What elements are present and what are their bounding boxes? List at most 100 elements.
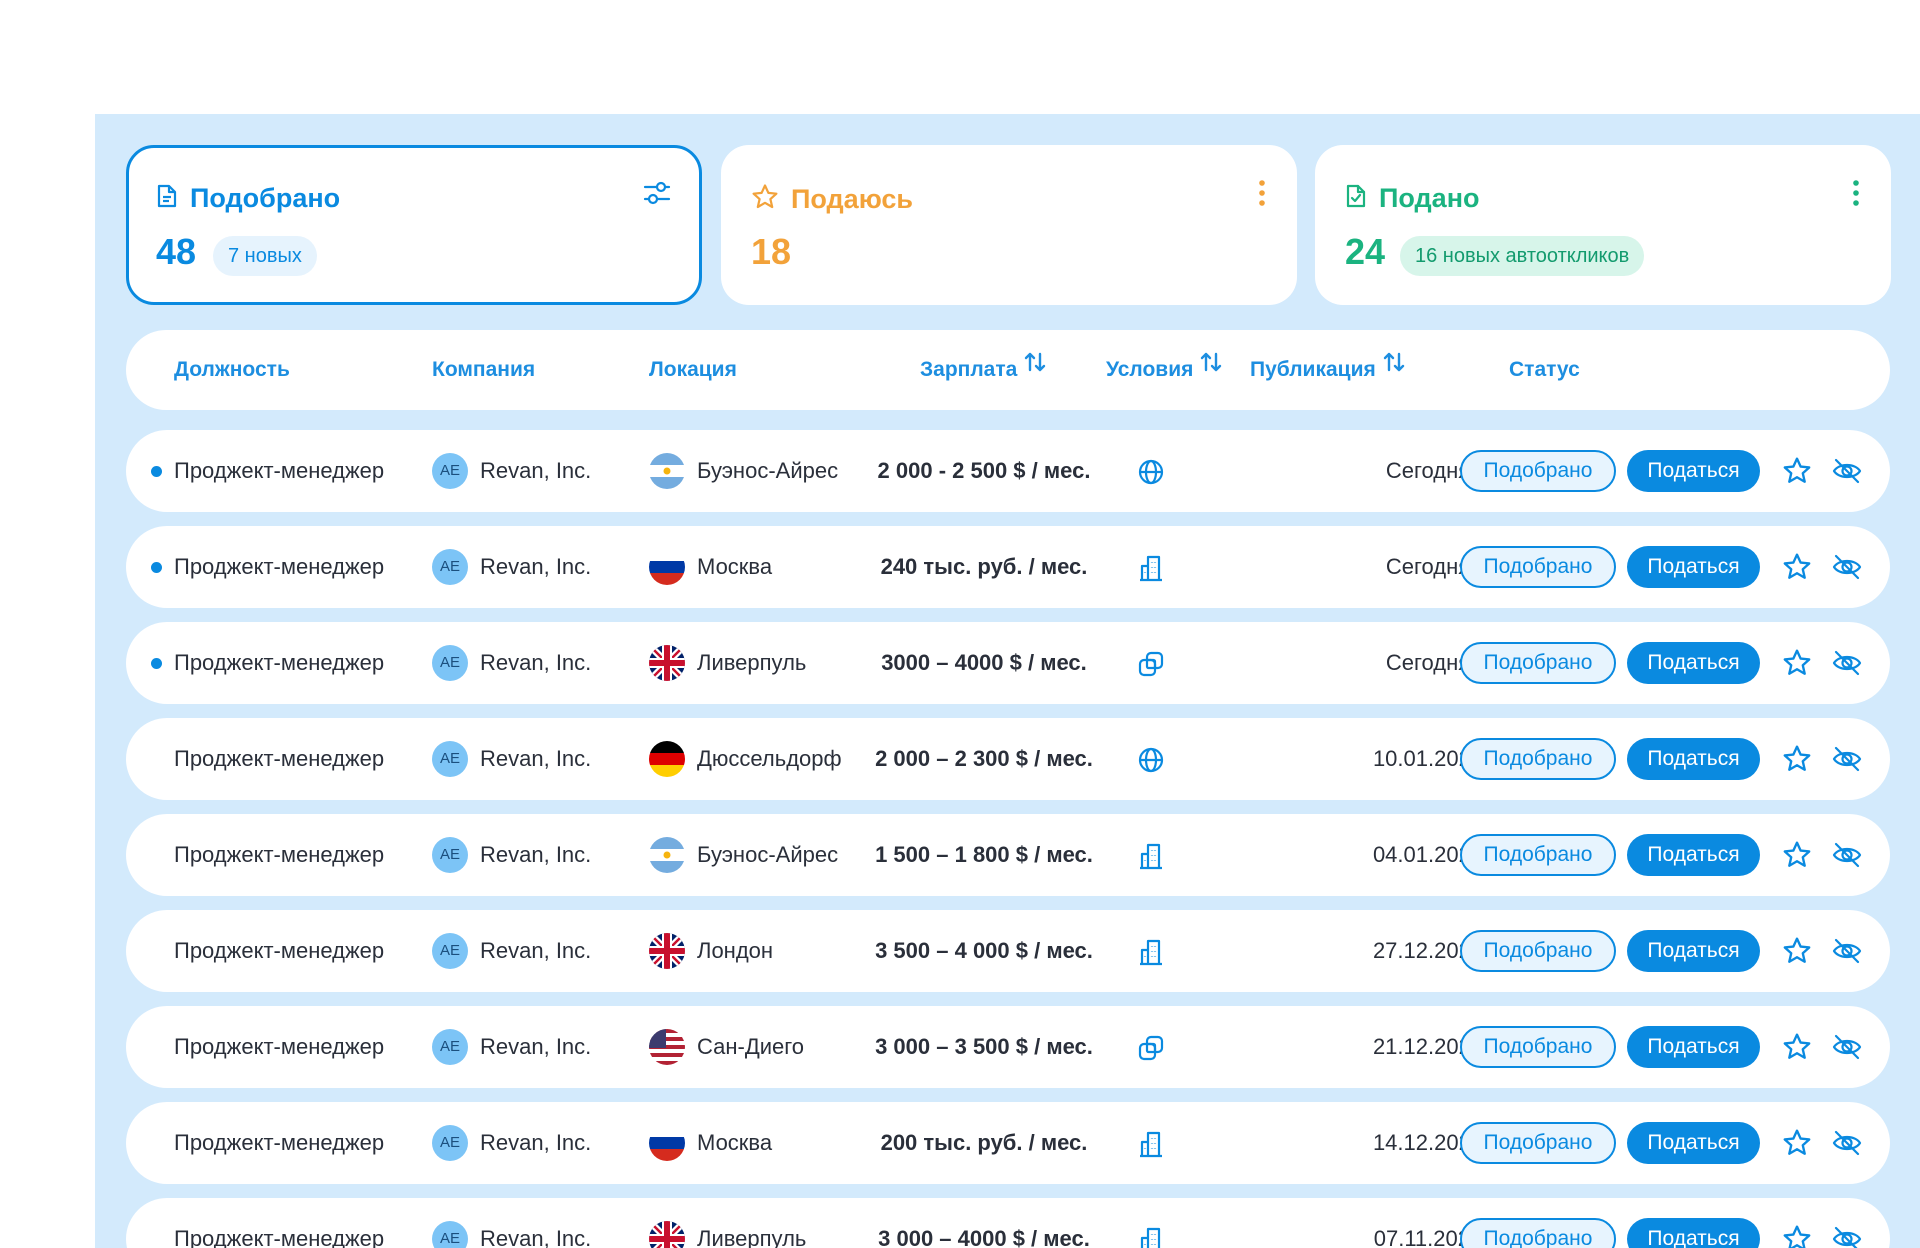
star-icon[interactable] <box>1782 744 1812 779</box>
vacancies-panel: Подобрано 48 7 новых Подаюсь 18 Подано 2… <box>95 114 1920 1248</box>
more-vertical-icon[interactable] <box>1257 179 1267 212</box>
apply-button[interactable]: Податься <box>1627 450 1760 492</box>
position-cell[interactable]: Проджект-менеджер <box>174 910 384 992</box>
table-row[interactable]: Проджект-менеджер AE Revan, Inc. Буэнос-… <box>126 430 1890 512</box>
card-applied[interactable]: Подано 24 16 новых автооткликов <box>1315 145 1891 305</box>
apply-button[interactable]: Податься <box>1627 930 1760 972</box>
eye-off-icon[interactable] <box>1831 936 1863 971</box>
company-cell[interactable]: Revan, Inc. <box>480 718 591 800</box>
table-header: Должность Компания Локация Зарплата Усло… <box>126 330 1890 410</box>
table-row[interactable]: Проджект-менеджер AE Revan, Inc. Сан-Дие… <box>126 1006 1890 1088</box>
eye-off-icon[interactable] <box>1831 648 1863 683</box>
salary-cell: 3 000 – 4000 $ / мес. <box>878 1226 1090 1248</box>
apply-button[interactable]: Податься <box>1627 642 1760 684</box>
star-outline-icon <box>751 183 779 216</box>
table-row[interactable]: Проджект-менеджер AE Revan, Inc. Лондон … <box>126 910 1890 992</box>
table-row[interactable]: Проджект-менеджер AE Revan, Inc. Москва … <box>126 1102 1890 1184</box>
status-button[interactable]: Подобрано <box>1460 834 1616 876</box>
company-avatar: AE <box>432 741 468 777</box>
location-cell: Сан-Диего <box>697 1034 805 1059</box>
eye-off-icon[interactable] <box>1831 744 1863 779</box>
position-cell[interactable]: Проджект-менеджер <box>174 1102 384 1184</box>
star-icon[interactable] <box>1782 456 1812 491</box>
card-applied-count: 24 <box>1345 231 1386 272</box>
star-icon[interactable] <box>1782 1032 1812 1067</box>
card-applying-header: Подаюсь <box>751 183 913 216</box>
table-row[interactable]: Проджект-менеджер AE Revan, Inc. Дюссель… <box>126 718 1890 800</box>
sort-icon <box>1382 328 1406 408</box>
status-button[interactable]: Подобрано <box>1460 450 1616 492</box>
column-published[interactable]: Публикация <box>1250 330 1406 410</box>
table-row[interactable]: Проджект-менеджер AE Revan, Inc. Ливерпу… <box>126 1198 1890 1248</box>
table-row[interactable]: Проджект-менеджер AE Revan, Inc. Ливерпу… <box>126 622 1890 704</box>
location-cell: Буэнос-Айрес <box>697 842 839 867</box>
more-vertical-icon[interactable] <box>1851 179 1861 212</box>
star-icon[interactable] <box>1782 1224 1812 1248</box>
eye-off-icon[interactable] <box>1831 456 1863 491</box>
eye-off-icon[interactable] <box>1831 1128 1863 1163</box>
apply-button[interactable]: Податься <box>1627 1218 1760 1248</box>
company-avatar: AE <box>432 549 468 585</box>
star-icon[interactable] <box>1782 1128 1812 1163</box>
company-cell[interactable]: Revan, Inc. <box>480 1198 591 1248</box>
column-company: Компания <box>432 358 536 381</box>
card-applying[interactable]: Подаюсь 18 <box>721 145 1297 305</box>
status-button[interactable]: Подобрано <box>1460 1122 1616 1164</box>
sort-icon <box>1199 328 1223 408</box>
star-icon[interactable] <box>1782 552 1812 587</box>
card-applying-title: Подаюсь <box>791 184 914 214</box>
star-icon[interactable] <box>1782 648 1812 683</box>
table-row[interactable]: Проджект-менеджер AE Revan, Inc. Москва … <box>126 526 1890 608</box>
position-cell[interactable]: Проджект-менеджер <box>174 814 384 896</box>
salary-cell: 2 000 - 2 500 $ / мес. <box>877 458 1091 483</box>
company-cell[interactable]: Revan, Inc. <box>480 430 591 512</box>
position-cell[interactable]: Проджект-менеджер <box>174 718 384 800</box>
status-button[interactable]: Подобрано <box>1460 642 1616 684</box>
document-icon <box>156 183 178 214</box>
salary-cell: 2 000 – 2 300 $ / мес. <box>875 746 1093 771</box>
card-matched[interactable]: Подобрано 48 7 новых <box>126 145 702 305</box>
position-cell[interactable]: Проджект-менеджер <box>174 430 384 512</box>
card-applied-badge: 16 новых автооткликов <box>1400 236 1645 276</box>
uk-flag-icon <box>649 1221 685 1248</box>
eye-off-icon[interactable] <box>1831 552 1863 587</box>
status-button[interactable]: Подобрано <box>1460 1218 1616 1248</box>
star-icon[interactable] <box>1782 840 1812 875</box>
status-button[interactable]: Подобрано <box>1460 930 1616 972</box>
position-cell[interactable]: Проджект-менеджер <box>174 526 384 608</box>
column-conditions[interactable]: Условия <box>1106 330 1223 410</box>
apply-button[interactable]: Податься <box>1627 546 1760 588</box>
star-icon[interactable] <box>1782 936 1812 971</box>
germany-flag-icon <box>649 741 685 777</box>
status-button[interactable]: Подобрано <box>1460 738 1616 780</box>
company-cell[interactable]: Revan, Inc. <box>480 1006 591 1088</box>
table-row[interactable]: Проджект-менеджер AE Revan, Inc. Буэнос-… <box>126 814 1890 896</box>
eye-off-icon[interactable] <box>1831 1224 1863 1248</box>
card-matched-count: 48 <box>156 231 197 272</box>
office-building-icon <box>1137 938 1165 971</box>
column-salary[interactable]: Зарплата <box>920 330 1047 410</box>
company-cell[interactable]: Revan, Inc. <box>480 910 591 992</box>
company-cell[interactable]: Revan, Inc. <box>480 1102 591 1184</box>
column-salary-label: Зарплата <box>920 358 1018 381</box>
company-avatar: AE <box>432 933 468 969</box>
position-cell[interactable]: Проджект-менеджер <box>174 1006 384 1088</box>
position-cell[interactable]: Проджект-менеджер <box>174 1198 384 1248</box>
card-applying-count: 18 <box>751 231 792 272</box>
apply-button[interactable]: Податься <box>1627 1026 1760 1068</box>
apply-button[interactable]: Податься <box>1627 738 1760 780</box>
company-cell[interactable]: Revan, Inc. <box>480 814 591 896</box>
eye-off-icon[interactable] <box>1831 840 1863 875</box>
card-applied-header: Подано <box>1345 183 1480 214</box>
company-cell[interactable]: Revan, Inc. <box>480 622 591 704</box>
eye-off-icon[interactable] <box>1831 1032 1863 1067</box>
status-button[interactable]: Подобрано <box>1460 546 1616 588</box>
status-button[interactable]: Подобрано <box>1460 1026 1616 1068</box>
company-cell[interactable]: Revan, Inc. <box>480 526 591 608</box>
filter-sliders-icon[interactable] <box>642 179 672 212</box>
location-cell: Москва <box>697 1130 773 1155</box>
apply-button[interactable]: Податься <box>1627 1122 1760 1164</box>
position-cell[interactable]: Проджект-менеджер <box>174 622 384 704</box>
company-avatar: AE <box>432 453 468 489</box>
apply-button[interactable]: Податься <box>1627 834 1760 876</box>
